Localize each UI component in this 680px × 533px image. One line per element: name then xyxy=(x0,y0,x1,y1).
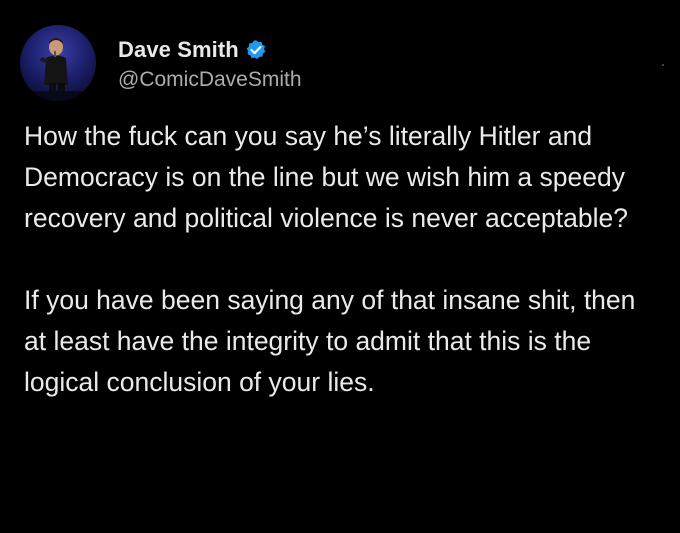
tweet-text: How the fuck can you say he’s literally … xyxy=(24,116,664,403)
background-speck xyxy=(662,64,664,66)
comedian-on-stage-avatar xyxy=(20,25,96,101)
verified-badge-icon xyxy=(245,39,267,61)
tweet-card: Dave Smith @ComicDaveSmith How the fuck … xyxy=(0,0,680,533)
tweet-header: Dave Smith @ComicDaveSmith xyxy=(20,25,302,101)
tweet-paragraph-2: If you have been saying any of that insa… xyxy=(24,285,636,397)
name-row: Dave Smith xyxy=(118,34,302,66)
author-handle[interactable]: @ComicDaveSmith xyxy=(118,68,302,92)
author-display-name[interactable]: Dave Smith xyxy=(118,37,239,63)
author-avatar[interactable] xyxy=(20,25,96,101)
author-names: Dave Smith @ComicDaveSmith xyxy=(118,34,302,92)
tweet-paragraph-1: How the fuck can you say he’s literally … xyxy=(24,121,628,233)
